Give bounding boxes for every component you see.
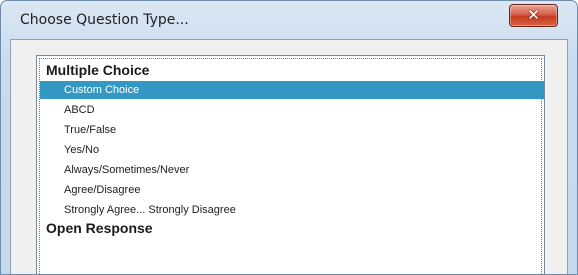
title-bar[interactable]: Choose Question Type... ✕ bbox=[1, 1, 577, 39]
group-header-open-response: Open Response bbox=[46, 220, 153, 236]
list-item-agree-disagree[interactable]: Agree/Disagree bbox=[40, 181, 544, 199]
list-item-strongly-agree-disagree[interactable]: Strongly Agree... Strongly Disagree bbox=[40, 201, 544, 219]
question-type-list-focus-frame: Multiple Choice Custom Choice ABCD True/… bbox=[39, 58, 544, 274]
close-button[interactable]: ✕ bbox=[509, 4, 558, 27]
list-item-abcd[interactable]: ABCD bbox=[40, 101, 544, 119]
window-title: Choose Question Type... bbox=[20, 12, 189, 28]
list-item-yes-no[interactable]: Yes/No bbox=[40, 141, 544, 159]
list-item-always-sometimes-never[interactable]: Always/Sometimes/Never bbox=[40, 161, 544, 179]
dialog-client-area: Multiple Choice Custom Choice ABCD True/… bbox=[10, 39, 568, 274]
close-icon: ✕ bbox=[527, 6, 540, 24]
list-item-custom-choice[interactable]: Custom Choice bbox=[40, 81, 544, 99]
group-header-multiple-choice: Multiple Choice bbox=[46, 62, 150, 78]
list-item-true-false[interactable]: True/False bbox=[40, 121, 544, 139]
dialog-window: Choose Question Type... ✕ Multiple Choic… bbox=[0, 0, 578, 275]
question-type-list[interactable]: Multiple Choice Custom Choice ABCD True/… bbox=[36, 55, 545, 274]
